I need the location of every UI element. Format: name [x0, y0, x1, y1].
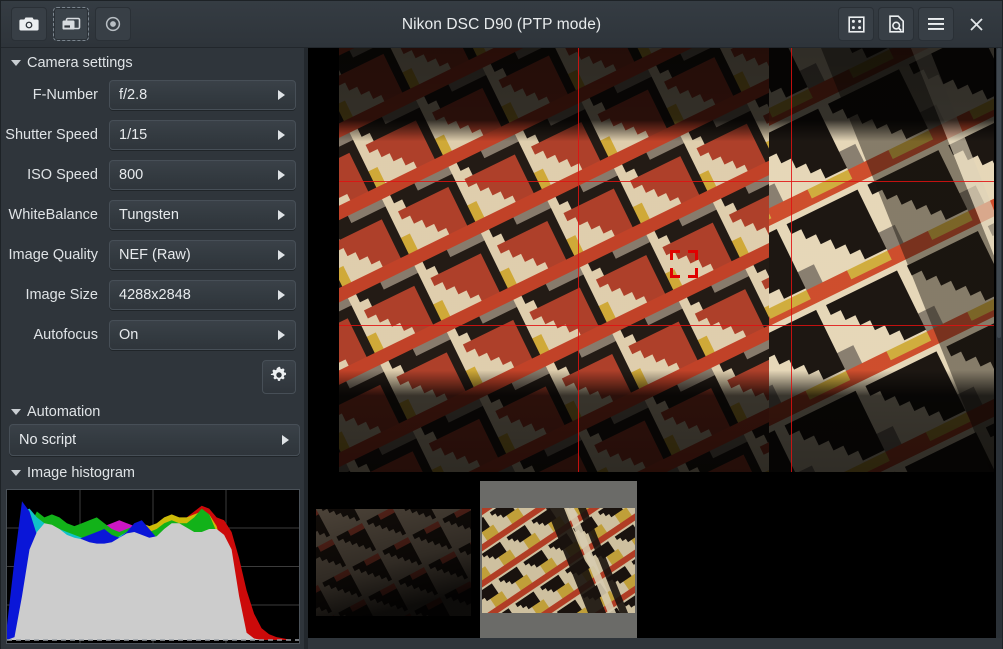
label-shutter-speed: Shutter Speed — [1, 127, 109, 143]
grid-icon — [848, 16, 865, 33]
chevron-down-icon — [11, 409, 21, 415]
settings-sidebar: Camera settings F-Number f/2.8 Shutter S… — [1, 48, 304, 649]
record-icon — [104, 15, 122, 33]
automation-title: Automation — [27, 404, 100, 420]
setting-row-shutter-speed: Shutter Speed 1/15 — [1, 115, 304, 155]
value-iso-speed: 800 — [110, 167, 143, 183]
af-corner-top-right — [688, 250, 698, 260]
live-view-preview[interactable] — [308, 48, 994, 472]
af-corner-top-left — [670, 250, 680, 260]
camera-icon — [19, 16, 39, 32]
chevron-right-icon — [278, 170, 285, 180]
liveview-icon — [61, 16, 81, 32]
combo-shutter-speed[interactable]: 1/15 — [109, 120, 296, 150]
grid-vertical-line-2 — [791, 48, 792, 472]
histogram-section-header[interactable]: Image histogram — [1, 456, 304, 485]
preview-vertical-scrollbar[interactable] — [996, 48, 1002, 649]
combo-automation-script[interactable]: No script — [9, 424, 300, 456]
chevron-right-icon — [278, 90, 285, 100]
setting-row-f-number: F-Number f/2.8 — [1, 75, 304, 115]
chevron-right-icon — [278, 130, 285, 140]
thumbnail-strip[interactable] — [308, 476, 994, 649]
af-corner-bottom-right — [688, 268, 698, 278]
value-automation-script: No script — [10, 432, 76, 448]
camera-settings-config-button[interactable] — [262, 360, 296, 394]
label-iso-speed: ISO Speed — [1, 167, 109, 183]
combo-f-number[interactable]: f/2.8 — [109, 80, 296, 110]
capture-photo-button[interactable] — [11, 7, 47, 41]
kilim-rug-photo — [339, 48, 994, 472]
thumbnail-2[interactable] — [482, 508, 635, 613]
combo-image-size[interactable]: 4288x2848 — [109, 280, 296, 310]
hamburger-icon — [927, 17, 945, 31]
chevron-right-icon — [278, 330, 285, 340]
label-image-quality: Image Quality — [1, 247, 109, 263]
chevron-down-icon — [11, 470, 21, 476]
histogram-title: Image histogram — [27, 465, 135, 481]
liveview-button[interactable] — [53, 7, 89, 41]
camera-settings-actions — [1, 355, 304, 394]
value-image-size: 4288x2848 — [110, 287, 191, 303]
grid-horizontal-line-2 — [339, 325, 994, 326]
thumbnail-1[interactable] — [316, 509, 471, 616]
close-button[interactable] — [958, 7, 994, 41]
chevron-down-icon — [11, 60, 21, 66]
automation-section-header[interactable]: Automation — [1, 394, 304, 424]
chevron-right-icon — [278, 210, 285, 220]
setting-row-white-balance: WhiteBalance Tungsten — [1, 195, 304, 235]
live-view-image — [339, 48, 994, 472]
label-white-balance: WhiteBalance — [1, 207, 109, 223]
gear-icon — [270, 366, 288, 389]
thumbnail-2-image — [482, 508, 635, 613]
value-autofocus: On — [110, 327, 138, 343]
close-icon — [969, 17, 984, 32]
chevron-right-icon — [278, 290, 285, 300]
combo-autofocus[interactable]: On — [109, 320, 296, 350]
label-image-size: Image Size — [1, 287, 109, 303]
chevron-right-icon — [278, 250, 285, 260]
file-properties-button[interactable] — [878, 7, 914, 41]
image-histogram — [6, 489, 300, 644]
camera-control-window: Nikon DSC D90 (PTP mode) — [0, 0, 1003, 649]
combo-white-balance[interactable]: Tungsten — [109, 200, 296, 230]
setting-row-autofocus: Autofocus On — [1, 315, 304, 355]
value-shutter-speed: 1/15 — [110, 127, 147, 143]
value-image-quality: NEF (Raw) — [110, 247, 191, 263]
af-corner-bottom-left — [670, 268, 680, 278]
grid-vertical-line-1 — [578, 48, 579, 472]
scrollbar-thumb[interactable] — [997, 48, 1001, 338]
chevron-right-icon — [282, 435, 289, 445]
grid-overlay-button[interactable] — [838, 7, 874, 41]
value-f-number: f/2.8 — [110, 87, 147, 103]
setting-row-iso-speed: ISO Speed 800 — [1, 155, 304, 195]
combo-iso-speed[interactable]: 800 — [109, 160, 296, 190]
title-bar: Nikon DSC D90 (PTP mode) — [1, 1, 1002, 48]
setting-row-image-size: Image Size 4288x2848 — [1, 275, 304, 315]
titlebar-right-toolbar — [838, 7, 1002, 41]
titlebar-left-toolbar — [1, 7, 131, 41]
thumbnail-1-image — [316, 509, 471, 616]
label-f-number: F-Number — [1, 87, 109, 103]
label-autofocus: Autofocus — [1, 327, 109, 343]
menu-button[interactable] — [918, 7, 954, 41]
value-white-balance: Tungsten — [110, 207, 179, 223]
document-icon — [888, 15, 905, 33]
setting-row-image-quality: Image Quality NEF (Raw) — [1, 235, 304, 275]
preview-area — [308, 48, 1002, 649]
bottom-splitter[interactable] — [308, 638, 1002, 649]
autofocus-point-marker[interactable] — [670, 250, 698, 278]
record-button[interactable] — [95, 7, 131, 41]
camera-settings-title: Camera settings — [27, 55, 133, 71]
histogram-plot — [7, 490, 299, 643]
camera-settings-section-header[interactable]: Camera settings — [1, 48, 304, 75]
grid-horizontal-line-1 — [339, 181, 994, 182]
combo-image-quality[interactable]: NEF (Raw) — [109, 240, 296, 270]
